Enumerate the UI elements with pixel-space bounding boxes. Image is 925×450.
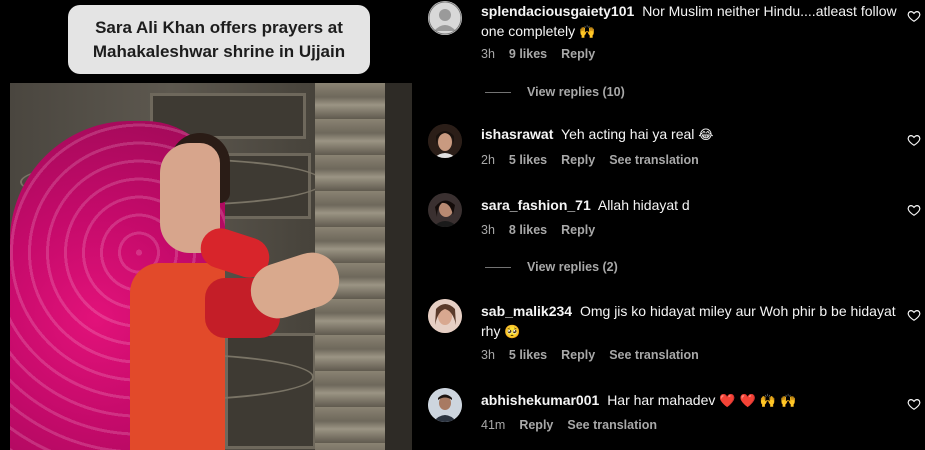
comment-likes[interactable]: 8 likes xyxy=(509,223,547,237)
comment-username[interactable]: sara_fashion_71 xyxy=(481,197,591,213)
comment-meta: 3h 9 likes Reply xyxy=(481,47,609,61)
comment-message: Allah hidayat d xyxy=(597,197,690,213)
video-panel[interactable]: Sara Ali Khan offers prayers at Mahakale… xyxy=(0,0,415,450)
comment-meta: 41m Reply See translation xyxy=(481,418,671,432)
comment-likes[interactable]: 5 likes xyxy=(509,153,547,167)
reply-button[interactable]: Reply xyxy=(519,418,553,432)
comment-username[interactable]: abhishekumar001 xyxy=(481,392,599,408)
comment-emoji: 😂 xyxy=(698,128,714,143)
comment-username[interactable]: ishasrawat xyxy=(481,126,553,142)
view-replies-button[interactable]: View replies (10) xyxy=(485,85,625,99)
heart-outline-icon[interactable] xyxy=(907,308,921,322)
comment-likes[interactable]: 5 likes xyxy=(509,348,547,362)
comment-time[interactable]: 41m xyxy=(481,418,505,432)
view-replies-label[interactable]: View replies (2) xyxy=(527,260,618,274)
comments-list: splendaciousgaiety101 Nor Muslim neither… xyxy=(415,0,925,450)
avatar[interactable] xyxy=(428,1,462,35)
replies-divider xyxy=(485,91,511,93)
comment-likes[interactable]: 9 likes xyxy=(509,47,547,61)
comment-time[interactable]: 2h xyxy=(481,153,495,167)
comment-text: sara_fashion_71 Allah hidayat d xyxy=(481,195,897,215)
comment-meta: 3h 5 likes Reply See translation xyxy=(481,348,713,362)
heart-outline-icon[interactable] xyxy=(907,133,921,147)
view-replies-label[interactable]: View replies (10) xyxy=(527,85,625,99)
comment-message: Har har mahadev xyxy=(607,392,716,408)
comment-time[interactable]: 3h xyxy=(481,223,495,237)
heart-outline-icon[interactable] xyxy=(907,9,921,23)
comment-emoji: ❤️ ❤️ 🙌 🙌 xyxy=(719,394,797,409)
video-frame[interactable] xyxy=(10,83,412,450)
heart-outline-icon[interactable] xyxy=(907,397,921,411)
comment-text: ishasrawat Yeh acting hai ya real 😂 xyxy=(481,124,897,146)
comment-meta: 2h 5 likes Reply See translation xyxy=(481,153,713,167)
reply-button[interactable]: Reply xyxy=(561,153,595,167)
avatar[interactable] xyxy=(428,299,462,333)
view-replies-button[interactable]: View replies (2) xyxy=(485,260,618,274)
replies-divider xyxy=(485,266,511,268)
caption-line-2: Mahakaleshwar shrine in Ujjain xyxy=(92,41,346,61)
video-caption: Sara Ali Khan offers prayers at Mahakale… xyxy=(68,5,370,74)
avatar[interactable] xyxy=(428,124,462,158)
comment-text: abhishekumar001 Har har mahadev ❤️ ❤️ 🙌 … xyxy=(481,390,897,412)
comment-text: sab_malik234 Omg jis ko hidayat miley au… xyxy=(481,301,897,343)
comment-emoji: 🙌 xyxy=(579,25,596,40)
comment-meta: 3h 8 likes Reply xyxy=(481,223,609,237)
comment-emoji: 🥺 xyxy=(504,325,521,340)
comment-time[interactable]: 3h xyxy=(481,47,495,61)
comment-username[interactable]: sab_malik234 xyxy=(481,303,572,319)
comment-username[interactable]: splendaciousgaiety101 xyxy=(481,3,634,19)
woman-in-pink-dupatta xyxy=(10,83,412,450)
reply-button[interactable]: Reply xyxy=(561,47,595,61)
comment-time[interactable]: 3h xyxy=(481,348,495,362)
comment-message: Yeh acting hai ya real xyxy=(561,126,695,142)
reply-button[interactable]: Reply xyxy=(561,223,595,237)
avatar[interactable] xyxy=(428,193,462,227)
see-translation-button[interactable]: See translation xyxy=(609,153,699,167)
reply-button[interactable]: Reply xyxy=(561,348,595,362)
heart-outline-icon[interactable] xyxy=(907,203,921,217)
avatar[interactable] xyxy=(428,388,462,422)
see-translation-button[interactable]: See translation xyxy=(567,418,657,432)
caption-line-1: Sara Ali Khan offers prayers at xyxy=(95,17,343,37)
comment-text: splendaciousgaiety101 Nor Muslim neither… xyxy=(481,1,897,43)
see-translation-button[interactable]: See translation xyxy=(609,348,699,362)
